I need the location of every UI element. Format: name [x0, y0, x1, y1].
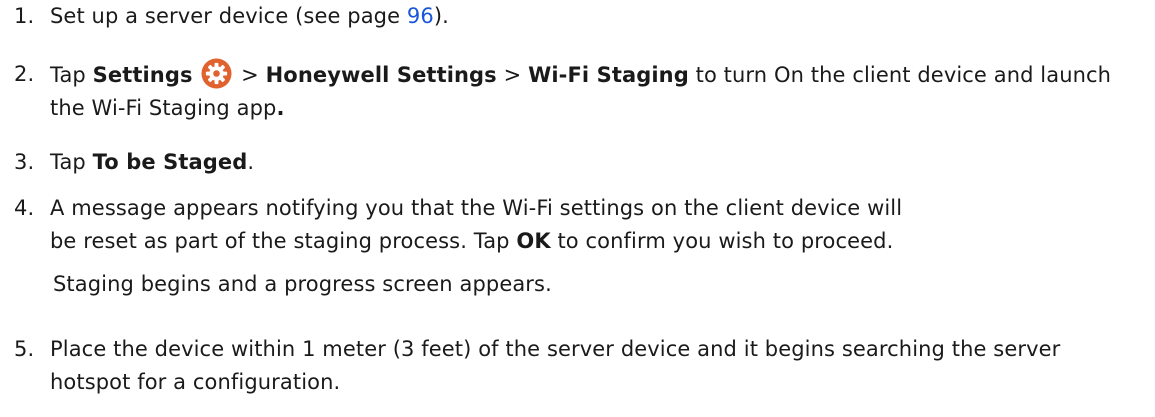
step-text-end: to confirm you wish to proceed.	[550, 229, 894, 253]
step-text-end: .	[247, 150, 255, 174]
breadcrumb-separator: >	[241, 63, 259, 87]
step-number: 2.	[14, 62, 35, 86]
wifi-staging-label: Wi-Fi Staging	[528, 63, 689, 87]
to-be-staged-label: To be Staged	[92, 150, 248, 174]
tap-word: Tap	[50, 150, 93, 174]
page-link[interactable]: 96	[407, 4, 434, 28]
breadcrumb-separator: >	[503, 63, 522, 87]
step-4: 4. A message appears notifying you that …	[14, 192, 1144, 258]
step-1: 1. Set up a server device (see page 96).	[14, 0, 1144, 33]
ok-label: OK	[516, 229, 551, 253]
step-3: 3. Tap To be Staged.	[14, 146, 1144, 179]
step-number: 1.	[14, 4, 35, 28]
step-text-end: ).	[433, 4, 449, 28]
step-2: 2. Tap Settings > Honeywell Settings > W…	[14, 58, 1144, 125]
tap-word: Tap	[50, 63, 86, 87]
honeywell-settings-label: Honeywell Settings	[265, 63, 497, 87]
step-text: Set up a server device (see page	[50, 4, 407, 28]
step-number: 5.	[14, 337, 35, 361]
step-text-end: .	[276, 96, 285, 120]
step-number: 3.	[14, 150, 35, 174]
step-text: Place the device within 1 meter (3 feet)…	[50, 337, 1061, 394]
step-number: 4.	[14, 196, 35, 220]
step-5: 5. Place the device within 1 meter (3 fe…	[14, 333, 1144, 399]
instruction-document: 1. Set up a server device (see page 96).…	[0, 0, 1155, 417]
step-text: be reset as part of the staging process.…	[50, 229, 517, 253]
gear-icon	[201, 58, 232, 89]
settings-label: Settings	[92, 63, 193, 87]
step-text-line-1: A message appears notifying you that the…	[50, 196, 903, 220]
step-text-line-2: be reset as part of the staging process.…	[50, 225, 1144, 258]
staging-note: Staging begins and a progress screen app…	[53, 272, 552, 296]
